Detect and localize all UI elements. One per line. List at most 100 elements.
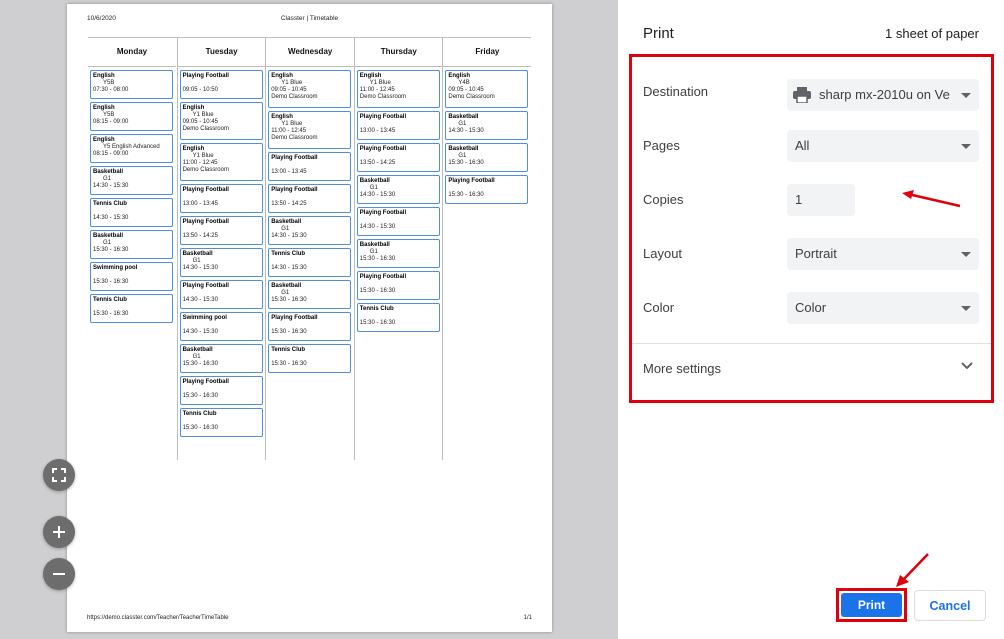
lesson-title: Tennis Club — [271, 347, 306, 353]
destination-select[interactable]: sharp mx-2010u on Ve — [787, 79, 979, 111]
lesson-card: Playing Football 15:30 - 16:30 — [268, 312, 352, 341]
lesson-time: 14:30 - 15:30 — [271, 265, 307, 271]
more-settings-toggle[interactable]: More settings — [632, 343, 991, 398]
lesson-spacer — [183, 386, 260, 393]
lesson-time: 08:15 - 09:00 — [93, 119, 129, 125]
lesson-card: Playing Football 14:30 - 15:30 — [179, 280, 263, 309]
lesson-card: English Y1 Blue 11:00 - 12:45 Demo Classroo… — [268, 111, 352, 149]
destination-label: Destination — [643, 84, 709, 99]
print-preview-area: 10/6/2020 Classter | Timetable Monday Eng… — [0, 0, 618, 639]
layout-select[interactable]: Portrait — [787, 238, 979, 270]
lesson-title: Playing Football — [182, 219, 229, 225]
copies-label: Copies — [643, 192, 684, 207]
lesson-card: Tennis Club 14:30 - 15:30 — [268, 248, 352, 277]
lesson-card: Swimming pool 14:30 - 15:30 — [179, 312, 263, 341]
lesson-title: Basketball — [271, 283, 302, 289]
zoom-out-button[interactable] — [43, 558, 75, 590]
lesson-group: Y1 Blue — [281, 121, 303, 127]
lesson-card: Basketball G1 15:30 - 16:30 — [268, 280, 352, 309]
copies-input[interactable]: 1 — [787, 184, 855, 216]
day-header: Wednesday — [266, 38, 355, 67]
lesson-card: Tennis Club 15:30 - 16:30 — [179, 408, 263, 437]
lesson-card: English Y5B 07:30 - 08:00 — [90, 70, 173, 99]
color-row: Color Color — [632, 280, 991, 334]
lesson-time: 15:30 - 16:30 — [93, 311, 129, 317]
lesson-card: Playing Football 13:00 - 13:45 — [356, 111, 440, 140]
timetable-grid: Monday English Y5B 07:30 - 08:00 English Y5B 0… — [88, 37, 532, 460]
color-value: Color — [795, 300, 827, 315]
lesson-title: Basketball — [93, 169, 124, 175]
lesson-spacer — [360, 313, 437, 320]
lesson-group: G1 — [369, 249, 378, 255]
day-header: Monday — [88, 38, 176, 67]
lesson-card: Playing Football 13:00 - 13:45 — [179, 184, 263, 213]
lesson-title: Playing Football — [182, 73, 229, 79]
lesson-time: 13:00 - 13:45 — [271, 169, 307, 175]
chevron-down-icon — [961, 362, 973, 370]
lesson-card: Playing Football 13:50 - 14:25 — [268, 184, 352, 213]
lesson-time: 11:00 - 12:45 — [271, 128, 307, 134]
lesson-time: 15:30 - 16:30 — [93, 247, 129, 253]
pages-select[interactable]: All — [787, 130, 979, 162]
lesson-card: Basketball G1 14:30 - 15:30 — [90, 166, 173, 195]
zoom-in-button[interactable] — [43, 516, 75, 548]
lesson-time: 14:30 - 15:30 — [93, 183, 129, 189]
lesson-card: Tennis Club 15:30 - 16:30 — [90, 294, 173, 323]
lesson-group: G1 — [103, 176, 112, 182]
print-button[interactable]: Print — [841, 593, 902, 617]
color-select[interactable]: Color — [787, 292, 979, 324]
lesson-title: Playing Football — [359, 210, 407, 216]
pages-value: All — [795, 138, 810, 153]
lesson-time: 15:30 - 16:30 — [271, 297, 307, 303]
lesson-time: 14:30 - 15:30 — [359, 224, 396, 230]
lesson-title: Tennis Club — [359, 306, 394, 312]
lesson-room: Demo Classroom — [271, 94, 318, 100]
lesson-time: 15:30 - 16:30 — [93, 279, 129, 285]
lesson-group: Y5B — [103, 80, 115, 86]
lesson-spacer — [183, 322, 260, 329]
lesson-title: English — [93, 73, 115, 79]
fit-to-page-button[interactable] — [43, 459, 75, 491]
lesson-room: Demo Classroom — [359, 94, 407, 100]
preview-page: 10/6/2020 Classter | Timetable Monday Eng… — [67, 4, 552, 632]
print-settings-panel: Print 1 sheet of paper Destination sharp… — [618, 0, 1004, 639]
page-footer-url: https://demo.classter.com/Teacher/Teache… — [87, 615, 229, 621]
lesson-group: G1 — [369, 185, 378, 191]
lesson-title: Playing Football — [271, 155, 318, 161]
lesson-time: 15:30 - 16:30 — [182, 361, 218, 367]
lesson-spacer — [271, 162, 348, 169]
annotation-arrow-print — [896, 553, 929, 587]
cancel-button[interactable]: Cancel — [914, 590, 986, 621]
lesson-time: 14:30 - 15:30 — [182, 329, 218, 335]
lesson-time: 09:05 - 10:45 — [271, 87, 307, 93]
lesson-title: English — [359, 73, 382, 79]
lesson-card: Playing Football 13:50 - 14:25 — [356, 143, 440, 172]
lesson-title: Basketball — [182, 251, 213, 257]
zoom-out-icon — [53, 573, 65, 575]
lesson-group: Y5 English Advanced — [103, 144, 160, 150]
lesson-group: Y1 Blue — [369, 80, 391, 86]
day-header: Thursday — [354, 38, 443, 67]
destination-dropdown-icon — [961, 93, 971, 98]
lesson-time: 15:30 - 16:30 — [448, 160, 484, 166]
highlighted-print-box: Print — [836, 588, 907, 622]
lesson-card: English Y1 Blue 11:00 - 12:45 Demo Classroo… — [356, 70, 440, 108]
lesson-spacer — [360, 153, 437, 160]
lesson-card: Playing Football 15:30 - 16:30 — [356, 271, 440, 300]
lesson-title: English — [271, 114, 293, 120]
lesson-group: Y5B — [103, 112, 115, 118]
layout-value: Portrait — [795, 246, 837, 261]
lesson-title: Tennis Club — [271, 251, 306, 257]
pages-row: Pages All — [632, 118, 991, 172]
lesson-card: Playing Football 09:05 - 10:50 — [179, 70, 263, 99]
lesson-time: 14:30 - 15:30 — [93, 215, 129, 221]
lesson-time: 13:50 - 14:25 — [359, 160, 396, 166]
pages-label: Pages — [643, 138, 680, 153]
lesson-spacer — [360, 121, 437, 128]
lesson-title: English — [182, 146, 205, 152]
lesson-time: 15:30 - 16:30 — [271, 329, 307, 335]
lesson-title: Playing Football — [182, 283, 229, 289]
lesson-spacer — [183, 80, 260, 87]
annotation-arrow-copies — [902, 190, 961, 208]
lesson-card: Playing Football 13:00 - 13:45 — [268, 152, 352, 181]
